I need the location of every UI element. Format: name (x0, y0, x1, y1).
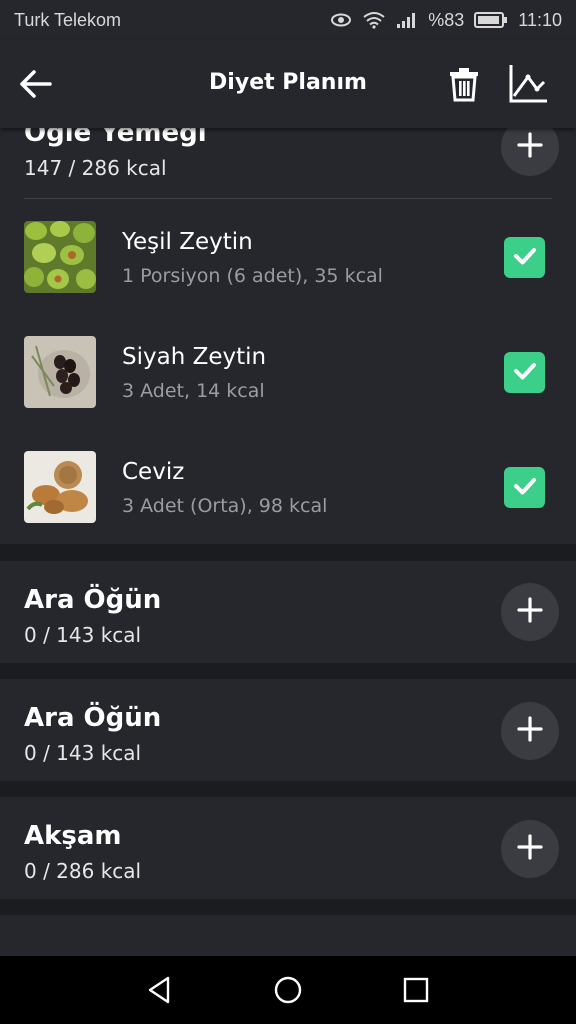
food-desc: 3 Adet (Orta), 98 kcal (122, 495, 328, 517)
checkbox-checked[interactable] (504, 467, 545, 508)
meal-kcal: 0 / 143 kcal (24, 623, 142, 647)
page-title: Diyet Planım (209, 70, 367, 95)
food-image-walnut (24, 451, 96, 523)
add-food-button[interactable] (501, 583, 559, 641)
list-item[interactable]: Siyah Zeytin 3 Adet, 14 kcal (0, 336, 576, 436)
add-food-button[interactable] (501, 702, 559, 760)
app-bar: Diyet Planım (0, 40, 576, 128)
checkbox-checked[interactable] (504, 352, 545, 393)
status-bar: Turk Telekom %83 11:10 (0, 0, 576, 40)
plus-icon (517, 597, 543, 627)
food-name: Yeşil Zeytin (122, 229, 253, 255)
battery-percent: %83 (428, 9, 465, 30)
food-name: Ceviz (122, 459, 185, 485)
meal-card-snack: Ara Öğün 0 / 143 kcal (0, 679, 576, 781)
checkbox-checked[interactable] (504, 237, 545, 278)
list-item[interactable]: Ceviz 3 Adet (Orta), 98 kcal (0, 451, 576, 551)
meal-card-dinner: Akşam 0 / 286 kcal (0, 797, 576, 899)
list-item[interactable]: Yeşil Zeytin 1 Porsiyon (6 adet), 35 kca… (0, 221, 576, 321)
food-desc: 1 Porsiyon (6 adet), 35 kcal (122, 265, 383, 287)
signal-icon (396, 11, 418, 29)
meal-title: Akşam (24, 821, 122, 851)
check-icon (511, 242, 539, 274)
eye-icon (330, 12, 352, 28)
plus-icon (517, 132, 543, 162)
check-icon (511, 357, 539, 389)
nav-back-icon[interactable] (144, 974, 176, 1006)
meal-kcal: 0 / 143 kcal (24, 741, 142, 765)
meal-card-lunch: Öğle Yemeği 147 / 286 kcal Yeşil Zeytin … (0, 110, 576, 544)
clock: 11:10 (518, 9, 562, 30)
meal-title: Ara Öğün (24, 703, 162, 733)
trash-icon[interactable] (444, 64, 484, 104)
plus-icon (517, 716, 543, 746)
food-name: Siyah Zeytin (122, 344, 267, 370)
status-icons: %83 11:10 (330, 10, 562, 31)
food-image-black-olive (24, 336, 96, 408)
meal-kcal: 147 / 286 kcal (24, 156, 167, 180)
plus-icon (517, 834, 543, 864)
add-food-button[interactable] (501, 820, 559, 878)
battery-icon (474, 11, 508, 29)
food-desc: 3 Adet, 14 kcal (122, 380, 265, 402)
carrier-label: Turk Telekom (14, 9, 122, 30)
system-nav-bar (0, 956, 576, 1024)
nav-home-icon[interactable] (272, 974, 304, 1006)
chart-icon[interactable] (506, 62, 550, 106)
meal-card-snack: Ara Öğün 0 / 143 kcal (0, 561, 576, 663)
meal-kcal: 0 / 286 kcal (24, 859, 142, 883)
meal-card-next (0, 915, 576, 956)
divider (24, 198, 552, 199)
nav-recents-icon[interactable] (400, 974, 432, 1006)
food-image-green-olive (24, 221, 96, 293)
meal-title: Ara Öğün (24, 585, 162, 615)
check-icon (511, 472, 539, 504)
wifi-icon (362, 11, 386, 29)
